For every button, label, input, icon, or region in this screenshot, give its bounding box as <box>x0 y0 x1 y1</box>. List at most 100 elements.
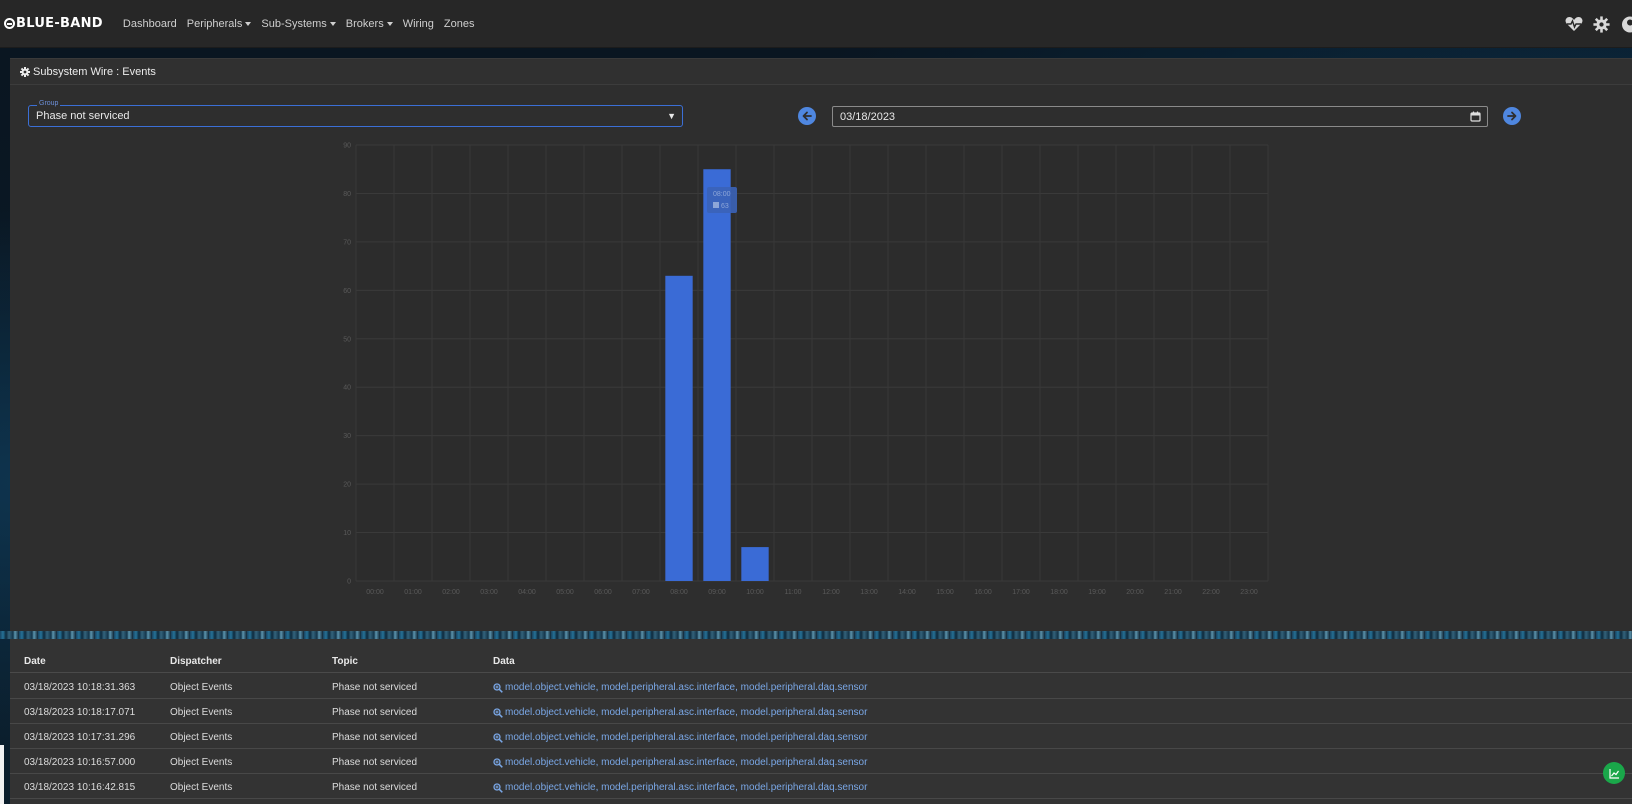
nav-brokers[interactable]: Brokers <box>346 18 393 30</box>
arrow-right-circle-icon <box>1507 111 1517 121</box>
table-row[interactable]: 03/18/2023 10:18:17.071 Object Events Ph… <box>10 699 1632 724</box>
nav-dashboard-label: Dashboard <box>122 17 177 30</box>
nav-brokers-label: Brokers <box>345 17 384 30</box>
nav-sub-systems-label: Sub-Systems <box>261 17 327 30</box>
navbar-right <box>1555 0 1632 48</box>
cell-date: 03/18/2023 10:18:31.363 <box>24 682 136 693</box>
cell-data-link[interactable]: model.object.vehicle, model.peripheral.a… <box>493 757 867 768</box>
table-row[interactable]: 03/18/2023 10:16:57.000 Object Events Ph… <box>10 749 1632 774</box>
chart-x-tick-label: 01:00 <box>404 589 422 596</box>
caret-down-icon <box>329 21 336 26</box>
chart-x-tick-label: 06:00 <box>594 589 612 596</box>
nav-wiring-label: Wiring <box>402 17 434 30</box>
brand-mark-icon <box>4 18 15 29</box>
cell-topic: Phase not serviced <box>332 757 418 768</box>
search-plus-icon <box>493 682 503 693</box>
column-header-date[interactable]: Date <box>24 656 46 667</box>
chart-toggle-button[interactable] <box>1603 762 1625 784</box>
cell-data-link[interactable]: model.object.vehicle, model.peripheral.a… <box>493 782 867 793</box>
cell-topic: Phase not serviced <box>332 682 418 693</box>
nav-sub-systems[interactable]: Sub-Systems <box>261 17 336 30</box>
search-plus-icon <box>493 707 503 718</box>
search-plus-icon <box>493 732 503 743</box>
chart-x-tick-label: 02:00 <box>442 589 460 596</box>
date-input[interactable]: 03/18/2023 <box>832 106 1488 127</box>
navbar: BLUE-BAND Dashboard Peripherals Sub-Syst… <box>0 0 1632 48</box>
cell-data-text: model.object.vehicle, model.peripheral.a… <box>505 707 868 718</box>
window-edge <box>0 745 4 804</box>
chart-y-tick-label: 10 <box>343 530 351 537</box>
gear-icon[interactable] <box>1593 15 1610 33</box>
cell-data-link[interactable]: model.object.vehicle, model.peripheral.a… <box>493 732 867 743</box>
chart-y-tick-label: 40 <box>343 385 351 392</box>
cell-data-link[interactable]: model.object.vehicle, model.peripheral.a… <box>493 682 867 693</box>
nav-zones-label: Zones <box>443 17 475 30</box>
caret-down-icon <box>386 21 393 26</box>
next-date-button[interactable] <box>1503 107 1521 125</box>
group-select[interactable]: Group Phase not serviced ▼ <box>28 100 683 127</box>
cell-topic: Phase not serviced <box>332 732 418 743</box>
chart-x-tick-label: 20:00 <box>1126 589 1144 596</box>
brand-logo[interactable]: BLUE-BAND <box>4 16 103 31</box>
caret-down-icon <box>245 21 252 26</box>
table-header: Date Dispatcher Topic Data <box>10 653 1632 673</box>
chart-y-tick-label: 80 <box>343 191 351 198</box>
events-panel: Subsystem Wire : Events Group Phase not … <box>10 58 1632 632</box>
panel-header: Subsystem Wire : Events <box>10 59 1632 85</box>
nav-dashboard[interactable]: Dashboard <box>123 18 177 30</box>
search-plus-icon <box>493 757 503 768</box>
calendar-icon[interactable] <box>1470 111 1481 122</box>
cell-topic: Phase not serviced <box>332 707 418 718</box>
chart-tooltip-swatch <box>713 202 719 208</box>
cell-dispatcher: Object Events <box>170 707 233 718</box>
events-table: Date Dispatcher Topic Data 03/18/2023 10… <box>10 639 1632 804</box>
chart-x-tick-label: 10:00 <box>746 589 764 596</box>
chart-x-tick-label: 08:00 <box>670 589 688 596</box>
prev-date-button[interactable] <box>798 107 816 125</box>
table-row[interactable]: 03/18/2023 10:17:31.296 Object Events Ph… <box>10 724 1632 749</box>
group-select-value: Phase not serviced <box>36 110 130 122</box>
chart-y-tick-label: 30 <box>343 433 351 440</box>
user-icon[interactable] <box>1620 16 1632 33</box>
chart-tooltip-label: 08:00 <box>713 191 731 198</box>
decorative-strip <box>0 631 1632 639</box>
arrow-left-circle-icon <box>802 111 812 121</box>
chart-line-icon <box>1608 768 1619 779</box>
search-plus-icon <box>493 782 503 793</box>
chart-x-tick-label: 23:00 <box>1240 589 1258 596</box>
chart-x-tick-label: 17:00 <box>1012 589 1030 596</box>
chart-y-tick-label: 70 <box>343 239 351 246</box>
nav-peripherals[interactable]: Peripherals <box>187 18 252 30</box>
cell-topic: Phase not serviced <box>332 782 418 793</box>
chart-y-tick-label: 0 <box>347 579 351 586</box>
chart-x-tick-label: 18:00 <box>1050 589 1068 596</box>
table-row[interactable]: 03/18/2023 10:16:42.815 Object Events Ph… <box>10 774 1632 799</box>
chart-y-tick-label: 60 <box>343 288 351 295</box>
cell-dispatcher: Object Events <box>170 682 233 693</box>
cell-date: 03/18/2023 10:17:31.296 <box>24 732 136 743</box>
cell-date: 03/18/2023 10:16:42.815 <box>24 782 136 793</box>
nav-zones[interactable]: Zones <box>444 18 475 30</box>
chart-x-tick-label: 14:00 <box>898 589 916 596</box>
chart-y-tick-label: 90 <box>343 143 351 150</box>
column-header-topic[interactable]: Topic <box>332 656 358 667</box>
chart-x-tick-label: 16:00 <box>974 589 992 596</box>
panel-title: Subsystem Wire : Events <box>33 65 156 78</box>
column-header-dispatcher[interactable]: Dispatcher <box>170 656 222 667</box>
chart-x-tick-label: 11:00 <box>785 589 802 596</box>
gear-icon <box>20 66 30 77</box>
chart-bar <box>741 547 769 581</box>
nav-wiring[interactable]: Wiring <box>403 18 434 30</box>
brand-name: BLUE-BAND <box>16 16 103 31</box>
table-row[interactable]: 03/18/2023 10:18:31.363 Object Events Ph… <box>10 674 1632 699</box>
cell-dispatcher: Object Events <box>170 732 233 743</box>
cell-data-text: model.object.vehicle, model.peripheral.a… <box>505 782 868 793</box>
group-select-legend: Group <box>37 100 61 107</box>
chart-x-tick-label: 07:00 <box>632 589 650 596</box>
heart-pulse-icon[interactable] <box>1565 16 1583 32</box>
cell-date: 03/18/2023 10:18:17.071 <box>24 707 136 718</box>
column-header-data[interactable]: Data <box>493 656 515 667</box>
cell-data-link[interactable]: model.object.vehicle, model.peripheral.a… <box>493 707 867 718</box>
events-bar-chart: 0 10 20 30 40 50 60 70 80 90 00:00 01:00 02:00 03:00 0… <box>343 143 1269 596</box>
date-input-value: 03/18/2023 <box>840 111 896 123</box>
